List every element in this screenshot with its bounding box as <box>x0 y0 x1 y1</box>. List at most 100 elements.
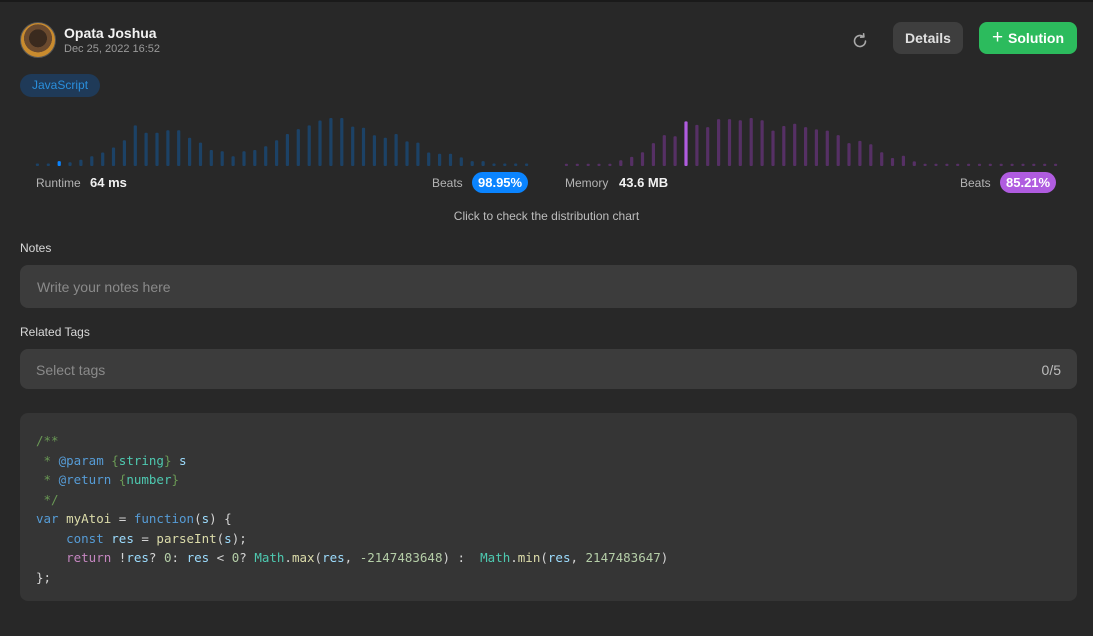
runtime-distribution-bar[interactable] <box>448 153 453 166</box>
memory-distribution-bar[interactable] <box>912 161 916 166</box>
runtime-distribution-bar[interactable] <box>438 153 442 166</box>
runtime-distribution-bar[interactable] <box>394 134 398 166</box>
memory-distribution-bar[interactable] <box>869 144 873 166</box>
memory-distribution-bar[interactable] <box>619 160 623 166</box>
tags-select[interactable]: Select tags 0/5 <box>20 349 1077 389</box>
memory-distribution-bar[interactable] <box>727 119 732 166</box>
memory-distribution-bar[interactable] <box>651 143 655 166</box>
memory-distribution-bar[interactable] <box>760 120 764 166</box>
details-button[interactable]: Details <box>893 22 963 54</box>
runtime-distribution-bar[interactable] <box>242 151 246 166</box>
runtime-distribution-bar[interactable] <box>525 163 529 167</box>
notes-input[interactable] <box>20 265 1077 308</box>
runtime-distribution-bar[interactable] <box>198 142 203 166</box>
memory-distribution-bar[interactable] <box>738 120 742 166</box>
runtime-distribution-bar[interactable] <box>459 157 463 166</box>
runtime-distribution-bar[interactable] <box>318 120 322 167</box>
memory-distribution-bar[interactable] <box>673 136 677 166</box>
runtime-distribution-bar[interactable] <box>296 129 300 166</box>
runtime-distribution-bar[interactable] <box>111 147 116 167</box>
memory-distribution-bar[interactable] <box>1010 163 1014 166</box>
avatar[interactable] <box>20 22 56 58</box>
memory-distribution-bar[interactable] <box>836 135 840 166</box>
memory-distribution-bar[interactable] <box>890 158 895 166</box>
refresh-button[interactable] <box>846 27 874 55</box>
memory-distribution-bar[interactable] <box>956 163 960 166</box>
memory-distribution-bar[interactable] <box>706 127 710 166</box>
memory-distribution-bar[interactable] <box>749 118 753 166</box>
memory-distribution-bar[interactable] <box>575 163 579 166</box>
memory-distribution-bar[interactable] <box>901 155 905 166</box>
memory-distribution-bar[interactable] <box>640 152 645 166</box>
memory-distribution-bar[interactable] <box>695 124 699 166</box>
memory-distribution-bar[interactable] <box>945 163 949 166</box>
memory-distribution-bar[interactable] <box>934 163 938 166</box>
memory-distribution-bar[interactable] <box>717 119 721 166</box>
memory-distribution-bar[interactable] <box>825 130 829 166</box>
memory-distribution-bar[interactable] <box>847 143 851 166</box>
runtime-distribution-bar[interactable] <box>35 163 39 167</box>
memory-distribution-bar[interactable] <box>684 121 688 166</box>
runtime-distribution-bar[interactable] <box>383 137 387 166</box>
runtime-distribution-chart[interactable] <box>32 116 532 166</box>
memory-distribution-bar[interactable] <box>1054 163 1058 166</box>
runtime-distribution-bar[interactable] <box>220 151 224 166</box>
runtime-distribution-bar[interactable] <box>101 152 105 167</box>
runtime-distribution-bar[interactable] <box>188 137 192 166</box>
memory-distribution-bar[interactable] <box>999 163 1003 166</box>
runtime-distribution-bar[interactable] <box>361 127 366 166</box>
memory-distribution-bar[interactable] <box>771 130 775 166</box>
memory-distribution-bar[interactable] <box>586 163 590 166</box>
runtime-distribution-bar[interactable] <box>133 125 137 166</box>
memory-distribution-bar[interactable] <box>597 163 601 166</box>
runtime-distribution-bar[interactable] <box>79 159 83 166</box>
memory-distribution-bar[interactable] <box>804 127 808 166</box>
runtime-distribution-bar[interactable] <box>166 130 170 166</box>
memory-distribution-bar[interactable] <box>782 126 786 166</box>
memory-distribution-bar[interactable] <box>1043 163 1047 166</box>
memory-distribution-bar[interactable] <box>977 163 982 166</box>
runtime-distribution-bar[interactable] <box>427 152 431 167</box>
runtime-distribution-bar[interactable] <box>90 156 94 166</box>
runtime-distribution-bar[interactable] <box>340 118 344 166</box>
distribution-chart-hint[interactable]: Click to check the distribution chart <box>0 209 1093 223</box>
memory-distribution-bar[interactable] <box>880 152 884 166</box>
runtime-distribution-bar[interactable] <box>68 162 72 166</box>
runtime-distribution-bar[interactable] <box>231 156 235 166</box>
runtime-distribution-bar[interactable] <box>285 134 289 166</box>
runtime-distribution-bar[interactable] <box>57 161 61 166</box>
memory-distribution-bar[interactable] <box>608 163 612 166</box>
memory-distribution-chart[interactable] <box>561 116 1061 166</box>
memory-distribution-bar[interactable] <box>858 140 862 166</box>
memory-distribution-bar[interactable] <box>793 123 797 166</box>
code-block[interactable]: /** * @param {string} s * @return {numbe… <box>20 413 1077 601</box>
memory-distribution-bar[interactable] <box>662 135 666 166</box>
runtime-distribution-bar[interactable] <box>155 132 159 166</box>
runtime-distribution-bar[interactable] <box>329 118 333 166</box>
runtime-distribution-bar[interactable] <box>209 150 213 166</box>
solution-button[interactable]: + Solution <box>979 22 1077 54</box>
runtime-distribution-bar[interactable] <box>416 142 420 166</box>
user-name[interactable]: Opata Joshua <box>64 25 157 41</box>
runtime-distribution-bar[interactable] <box>177 130 181 166</box>
runtime-distribution-bar[interactable] <box>470 161 474 166</box>
memory-distribution-bar[interactable] <box>967 163 971 166</box>
runtime-distribution-bar[interactable] <box>307 125 311 166</box>
runtime-distribution-bar[interactable] <box>351 126 355 166</box>
runtime-distribution-bar[interactable] <box>253 150 257 166</box>
runtime-distribution-bar[interactable] <box>405 141 409 166</box>
runtime-distribution-bar[interactable] <box>144 132 148 166</box>
runtime-distribution-bar[interactable] <box>264 146 268 166</box>
runtime-distribution-bar[interactable] <box>481 161 485 166</box>
runtime-distribution-bar[interactable] <box>514 163 518 167</box>
memory-distribution-bar[interactable] <box>923 163 927 166</box>
memory-distribution-bar[interactable] <box>988 163 992 166</box>
runtime-distribution-bar[interactable] <box>492 163 496 167</box>
memory-distribution-bar[interactable] <box>630 156 634 166</box>
memory-distribution-bar[interactable] <box>1021 163 1025 166</box>
runtime-distribution-bar[interactable] <box>122 140 126 166</box>
runtime-distribution-bar[interactable] <box>46 163 50 167</box>
runtime-distribution-bar[interactable] <box>275 140 279 166</box>
memory-distribution-bar[interactable] <box>814 129 818 166</box>
language-badge[interactable]: JavaScript <box>20 74 101 97</box>
